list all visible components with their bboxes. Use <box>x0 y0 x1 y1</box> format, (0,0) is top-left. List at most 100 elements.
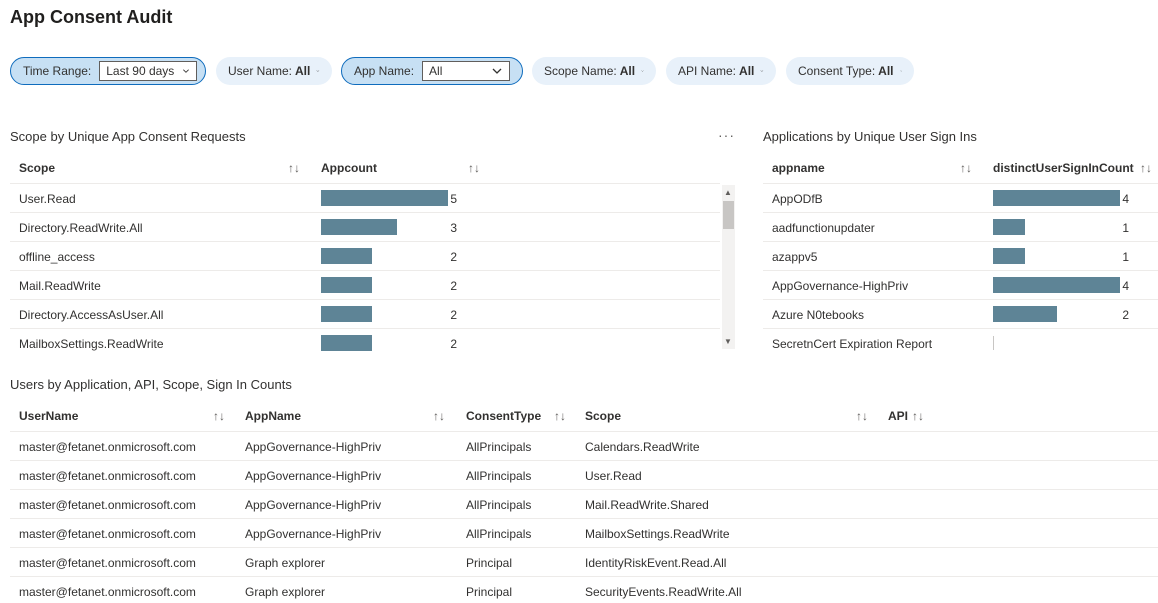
username-cell: master@fetanet.onmicrosoft.com <box>19 498 196 512</box>
signin-count-bar <box>993 277 1120 293</box>
appcount-bar <box>321 335 372 351</box>
scroll-down-icon[interactable]: ▼ <box>724 337 732 346</box>
time-range-filter[interactable]: Time Range: Last 90 days <box>10 57 206 85</box>
sort-icon[interactable]: ↑↓ <box>912 409 924 423</box>
appcount-column-header[interactable]: Appcount <box>321 161 377 175</box>
sort-icon[interactable]: ↑↓ <box>960 161 972 175</box>
consenttype-cell: Principal <box>466 585 513 599</box>
username-cell: master@fetanet.onmicrosoft.com <box>19 527 196 541</box>
scope-cell: User.Read <box>19 192 76 206</box>
scope-cell: Directory.ReadWrite.All <box>19 221 143 235</box>
time-range-label: Time Range: <box>23 64 92 78</box>
more-icon[interactable]: ··· <box>718 127 735 143</box>
user-name-value: All <box>295 64 311 78</box>
scope-cell: MailboxSettings.ReadWrite <box>585 527 730 541</box>
signin-count-value: 1 <box>1122 221 1129 235</box>
appcount-value: 2 <box>450 250 457 264</box>
scope-panel-title: Scope by Unique App Consent Requests <box>10 129 246 144</box>
user-name-filter[interactable]: User Name: All <box>216 57 332 85</box>
page-title: App Consent Audit <box>10 7 173 27</box>
sort-icon[interactable]: ↑↓ <box>856 409 868 423</box>
consenttype-cell: AllPrincipals <box>466 440 532 454</box>
appcount-bar <box>321 219 397 235</box>
appcount-bar <box>321 306 372 322</box>
consent-type-label: Consent Type: <box>798 64 876 78</box>
scope-name-value: All <box>619 64 636 78</box>
signin-count-column-header[interactable]: distinctUserSignInCount <box>993 161 1134 175</box>
appname-cell: AppGovernance-HighPriv <box>772 279 909 293</box>
api-column-header[interactable]: API <box>888 409 908 423</box>
sort-icon[interactable]: ↑↓ <box>213 409 225 423</box>
appname-cell: Azure N0tebooks <box>772 308 865 322</box>
table-row[interactable] <box>763 241 1158 270</box>
sort-icon[interactable]: ↑↓ <box>288 161 300 175</box>
sort-icon[interactable]: ↑↓ <box>554 409 566 423</box>
appcount-value: 3 <box>450 221 457 235</box>
username-cell: master@fetanet.onmicrosoft.com <box>19 556 196 570</box>
appname-cell: Graph explorer <box>245 585 326 599</box>
appname-cell: AppODfB <box>772 192 823 206</box>
scope-name-label: Scope Name: <box>544 64 617 78</box>
scope-cell: Calendars.ReadWrite <box>585 440 700 454</box>
user-name-label: User Name: <box>228 64 293 78</box>
chevron-down-icon <box>492 68 502 74</box>
appname-cell: AppGovernance-HighPriv <box>245 498 382 512</box>
appname-cell: SecretnCert Expiration Report <box>772 337 933 351</box>
consent-type-value: All <box>878 64 894 78</box>
api-name-filter[interactable]: API Name: All <box>666 57 776 85</box>
scope-scrollbar-thumb[interactable] <box>723 201 734 229</box>
chevron-down-icon <box>641 70 644 72</box>
consent-type-filter[interactable]: Consent Type: All <box>786 57 914 85</box>
consenttype-cell: AllPrincipals <box>466 469 532 483</box>
appname-cell: AppGovernance-HighPriv <box>245 469 382 483</box>
appcount-bar <box>321 277 372 293</box>
scope-cell: Mail.ReadWrite.Shared <box>585 498 709 512</box>
scope-cell: User.Read <box>585 469 642 483</box>
app-name-select[interactable]: All <box>422 61 510 81</box>
signin-count-bar <box>993 248 1025 264</box>
apps-panel-title: Applications by Unique User Sign Ins <box>763 129 977 144</box>
chevron-down-icon <box>183 69 190 73</box>
appname-column-header[interactable]: appname <box>772 161 825 175</box>
scope-cell: Mail.ReadWrite <box>19 279 101 293</box>
users-panel-title: Users by Application, API, Scope, Sign I… <box>10 377 292 392</box>
scope-cell: Directory.AccessAsUser.All <box>19 308 164 322</box>
scope-cell: IdentityRiskEvent.Read.All <box>585 556 727 570</box>
app-name-value: All <box>429 64 443 78</box>
scope-column-header[interactable]: Scope <box>19 161 55 175</box>
appcount-bar <box>321 190 448 206</box>
consenttype-cell: AllPrincipals <box>466 527 532 541</box>
scroll-up-icon[interactable]: ▲ <box>724 188 732 197</box>
chevron-down-icon <box>316 70 320 72</box>
scope-column-header[interactable]: Scope <box>585 409 621 423</box>
signin-count-value: 4 <box>1122 279 1129 293</box>
appname-cell: aadfunctionupdater <box>772 221 875 235</box>
time-range-select[interactable]: Last 90 days <box>99 61 198 81</box>
signin-count-value: 4 <box>1122 192 1129 206</box>
sort-icon[interactable]: ↑↓ <box>468 161 480 175</box>
sort-icon[interactable]: ↑↓ <box>433 409 445 423</box>
consenttype-cell: AllPrincipals <box>466 498 532 512</box>
appname-column-header[interactable]: AppName <box>245 409 301 423</box>
appcount-value: 2 <box>450 337 457 351</box>
sort-icon[interactable]: ↑↓ <box>1140 161 1152 175</box>
signin-count-bar <box>993 190 1120 206</box>
consenttype-column-header[interactable]: ConsentType <box>466 409 541 423</box>
signin-count-value: 1 <box>1122 250 1129 264</box>
consenttype-cell: Principal <box>466 556 513 570</box>
appname-cell: AppGovernance-HighPriv <box>245 440 382 454</box>
api-name-label: API Name: <box>678 64 737 78</box>
signin-count-bar <box>993 219 1025 235</box>
appname-cell: Graph explorer <box>245 556 326 570</box>
appcount-value: 2 <box>450 279 457 293</box>
appcount-value: 5 <box>450 192 457 206</box>
scope-cell: SecurityEvents.ReadWrite.All <box>585 585 742 599</box>
scope-name-filter[interactable]: Scope Name: All <box>532 57 656 85</box>
username-column-header[interactable]: UserName <box>19 409 78 423</box>
app-name-filter[interactable]: App Name: All <box>341 57 523 85</box>
appcount-value: 2 <box>450 308 457 322</box>
chevron-down-icon <box>899 70 902 72</box>
time-range-value: Last 90 days <box>106 64 175 78</box>
signin-count-value: 2 <box>1122 308 1129 322</box>
appcount-bar <box>321 248 372 264</box>
